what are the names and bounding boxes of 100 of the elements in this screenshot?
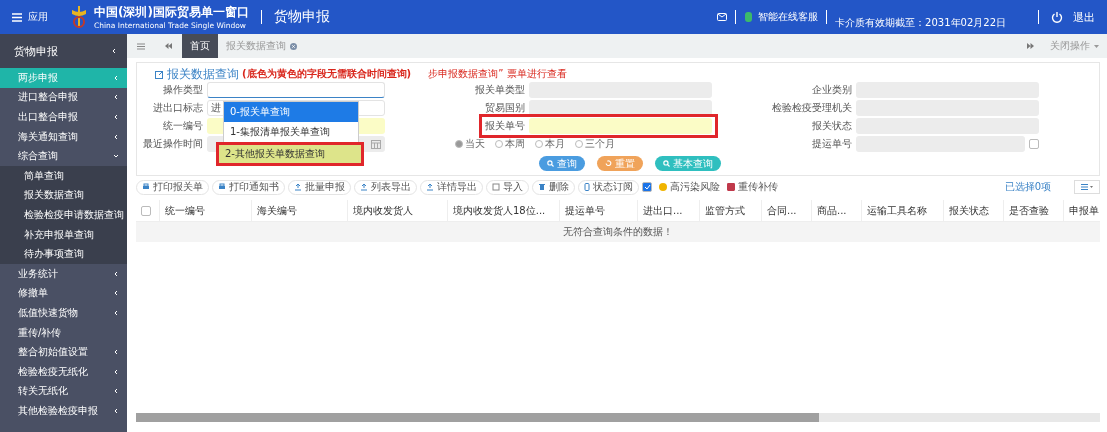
column-header: 监管方式 (700, 199, 762, 222)
toolbar-button[interactable]: 批量申报 (288, 179, 351, 195)
legend-item: 重传补传 (727, 180, 778, 194)
upload-icon (426, 183, 434, 191)
printer-icon (142, 183, 150, 191)
toolbar-button[interactable]: 状态订阅 (578, 179, 639, 195)
column-header: 统一编号 (160, 199, 252, 222)
scrollbar[interactable] (136, 413, 1100, 422)
column-header: 运输工具名称 (862, 199, 944, 222)
dropdown-option[interactable]: 0-报关单查询 (224, 102, 358, 122)
card-expiry-text: 卡介质有效期截至：2031年02月22日 (835, 16, 1006, 30)
emblem-logo-icon (70, 5, 88, 29)
checkbox[interactable] (141, 205, 151, 216)
chevron-left-icon (113, 388, 119, 395)
input-field[interactable] (207, 82, 385, 98)
field-label: 统一编号 (162, 119, 204, 133)
calendar-icon (371, 139, 381, 149)
dropdown-option[interactable]: 2-其他报关单数据查询 (216, 142, 364, 166)
toolbar-button[interactable]: 导入 (486, 179, 529, 195)
notice-text: 步申报数据查询” 票单进行查看 (428, 67, 567, 81)
undo-icon (605, 160, 612, 167)
field-label: 报关单号 (484, 119, 526, 133)
checkbox[interactable] (1029, 139, 1039, 149)
chevron-left-icon (113, 270, 119, 277)
column-header: 海关编号 (252, 199, 348, 222)
sidebar-subitem[interactable]: 报关数据查询 (0, 185, 127, 206)
trash-icon (538, 183, 546, 191)
site-title: 中国(深圳)国际贸易单一窗口 (94, 4, 249, 21)
sidebar-subitem[interactable]: 简单查询 (0, 165, 127, 186)
upload-icon (294, 183, 302, 191)
toolbar-button[interactable]: 打印报关单 (136, 179, 209, 195)
logout-link[interactable]: 退出 (1073, 9, 1095, 25)
chevron-left-icon (113, 290, 119, 297)
column-header: 申报单 (1064, 199, 1107, 222)
online-service-link[interactable]: 智能在线客服 (758, 10, 819, 24)
search-icon (663, 160, 670, 167)
phone-icon (584, 183, 590, 191)
printer-icon (218, 183, 226, 191)
radio-option[interactable]: 当天 (455, 137, 485, 151)
column-header: 报关状态 (944, 199, 1004, 222)
selected-count: 已选择0项 (1004, 180, 1051, 194)
hint-text: (底色为黄色的字段无需联合时间查询) (242, 67, 412, 81)
column-header: 合同... (762, 199, 812, 222)
field-label: 企业类别 (811, 83, 853, 97)
chevron-left-icon (113, 74, 119, 81)
toolbar-button[interactable]: 打印通知书 (212, 179, 285, 195)
field-label: 进出口标志 (152, 101, 204, 115)
field-label: 报关状态 (811, 119, 853, 133)
checkbox[interactable] (642, 182, 652, 192)
chevron-down-icon (113, 153, 119, 160)
field-label: 贸易国别 (484, 101, 526, 115)
column-toggle-button[interactable] (1074, 180, 1100, 194)
caret-icon (1094, 44, 1099, 48)
edit-icon (155, 69, 164, 79)
import-icon (492, 183, 500, 191)
column-header: 境内收发货人 (348, 199, 448, 222)
column-header: 进出口... (638, 199, 700, 222)
chevron-left-icon (113, 133, 119, 140)
column-header: 是否查验 (1004, 199, 1064, 222)
search-icon (547, 160, 554, 167)
input-field[interactable] (529, 118, 712, 134)
app-menu-label[interactable]: 应用 (28, 10, 48, 24)
chevron-left-icon (113, 368, 119, 375)
sidebar-subitem[interactable]: 检验检疫申请数据查询 (0, 205, 127, 225)
field-label: 最近操作时间 (142, 137, 204, 151)
toolbar-button[interactable]: 列表导出 (354, 179, 417, 195)
chevron-left-icon (111, 48, 117, 54)
power-icon[interactable] (1051, 11, 1063, 23)
toolbar-button[interactable]: 详情导出 (420, 179, 483, 195)
chevron-left-icon (113, 114, 119, 120)
chevron-left-icon (113, 407, 119, 414)
list-icon (1081, 184, 1093, 190)
field-label: 检验检疫受理机关 (771, 101, 853, 115)
chevron-left-icon (113, 349, 119, 356)
radio-option[interactable]: 本月 (535, 137, 565, 151)
upload-icon (360, 183, 368, 191)
column-header: 提运单号 (560, 199, 638, 222)
menu-icon[interactable] (137, 42, 145, 50)
double-right-arrow-icon[interactable] (1027, 43, 1034, 49)
column-header: 境内收发货人18位... (448, 199, 560, 222)
sidebar-subitem[interactable]: 待办事项查询 (0, 244, 127, 264)
chevron-left-icon (113, 94, 119, 101)
field-label: 提运单号 (811, 137, 853, 151)
toolbar-button[interactable]: 删除 (532, 179, 575, 195)
sidebar-title: 货物申报 (0, 34, 127, 68)
field-label: 操作类型 (162, 83, 204, 97)
sidebar-subitem[interactable]: 补充申报单查询 (0, 224, 127, 245)
legend-item: 高污染风险 (659, 180, 720, 194)
tab[interactable]: 首页 (182, 34, 218, 58)
empty-message: 无符合查询条件的数据！ (136, 222, 1100, 242)
radio-option[interactable]: 本周 (495, 137, 525, 151)
mail-icon[interactable] (717, 13, 728, 21)
close-icon[interactable] (290, 42, 297, 50)
module-title: 货物申报 (273, 8, 330, 26)
double-left-arrow-icon[interactable] (165, 43, 172, 49)
form-title: 报关数据查询 (167, 65, 239, 83)
field-label: 报关单类型 (474, 83, 526, 97)
chevron-left-icon (113, 309, 119, 316)
column-header: 商品... (812, 199, 862, 222)
radio-option[interactable]: 三个月 (575, 137, 615, 151)
